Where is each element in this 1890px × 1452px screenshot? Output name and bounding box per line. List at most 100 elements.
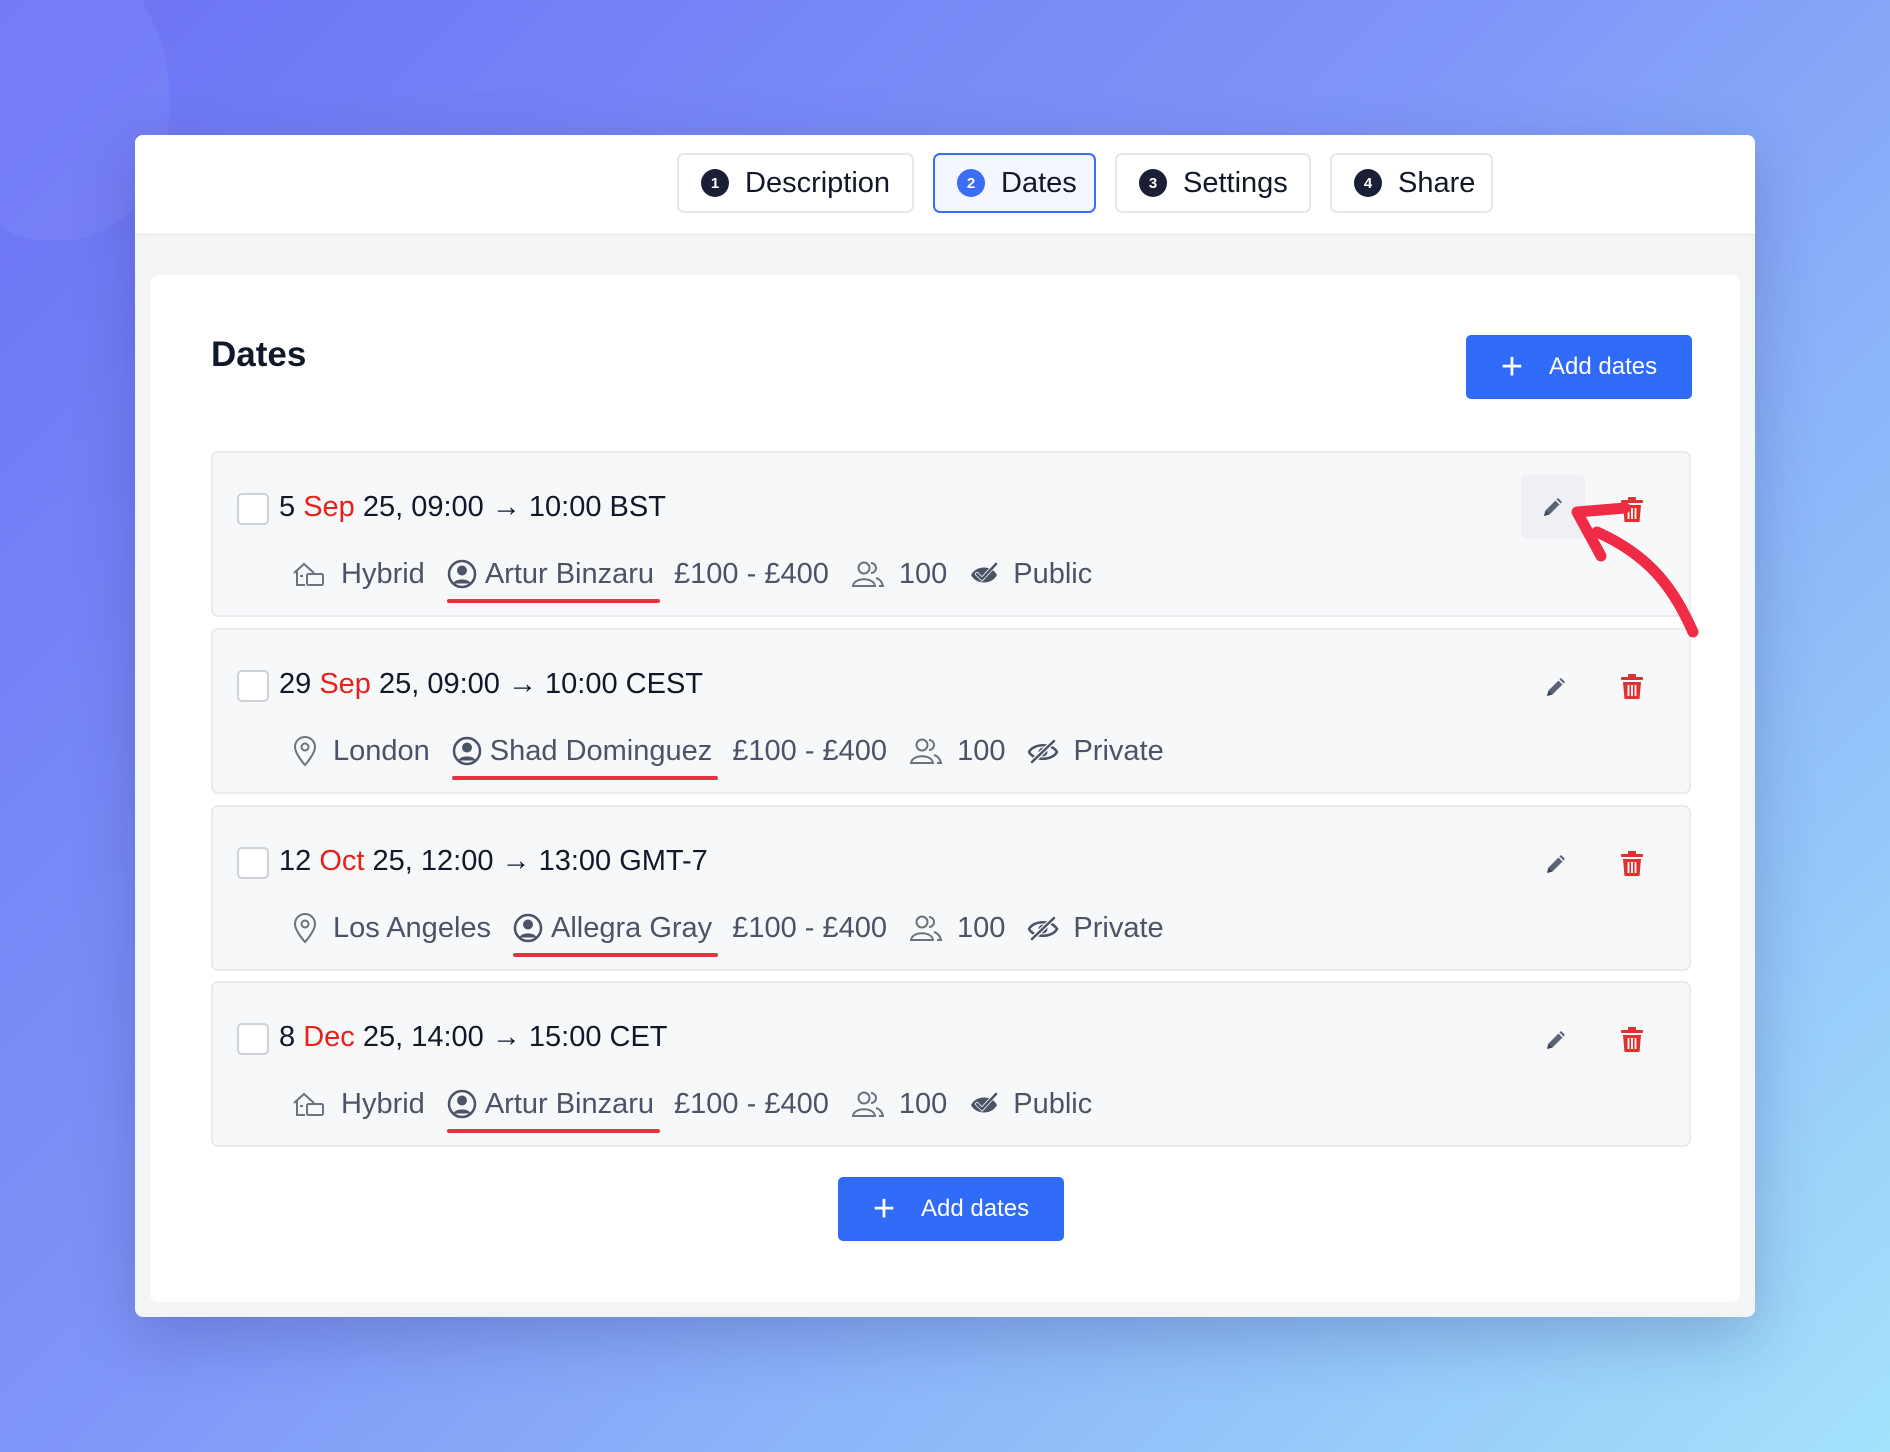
user-icon xyxy=(452,736,482,766)
tab-settings[interactable]: 3 Settings xyxy=(1115,153,1311,213)
host-link[interactable]: Allegra Gray xyxy=(513,911,719,957)
date-range: 8 Dec 25, 14:00 → 15:00 CET xyxy=(279,1021,668,1054)
tab-label: Dates xyxy=(1001,166,1077,199)
delete-button[interactable] xyxy=(1611,1019,1653,1061)
add-dates-button[interactable]: + Add dates xyxy=(1466,335,1692,399)
host-name: Allegra Gray xyxy=(551,911,713,944)
edit-button[interactable] xyxy=(1535,666,1577,708)
dates-panel: Dates + Add dates 5 Sep 25, 09:00 → 10:0… xyxy=(150,275,1740,1302)
date-month: Oct xyxy=(319,845,365,877)
trash-icon xyxy=(1619,1026,1645,1054)
date-time-range: 25, 09:00 → 10:00 CEST xyxy=(370,668,704,700)
pencil-icon xyxy=(1543,1027,1569,1053)
price-range: £100 - £400 xyxy=(732,734,888,767)
date-meta: Hybrid Artur Binzaru £100 - £400 100 Public xyxy=(291,549,1114,603)
trash-icon xyxy=(1619,673,1645,701)
date-month: Sep xyxy=(303,491,355,523)
date-time-range: 25, 09:00 → 10:00 BST xyxy=(354,491,666,523)
date-meta: Los Angeles Allegra Gray £100 - £400 100 Pri… xyxy=(291,903,1186,957)
select-checkbox[interactable] xyxy=(237,1023,269,1055)
pencil-icon xyxy=(1543,851,1569,877)
tab-description[interactable]: 1 Description xyxy=(677,153,914,213)
date-month: Dec xyxy=(303,1021,355,1053)
visibility-label: Public xyxy=(1013,1087,1093,1120)
hybrid-icon xyxy=(291,559,327,589)
date-card: 8 Dec 25, 14:00 → 15:00 CET Hybrid Artur B… xyxy=(211,981,1691,1147)
location-label: Los Angeles xyxy=(333,911,492,944)
add-dates-label: Add dates xyxy=(921,1195,1030,1222)
add-dates-button-bottom[interactable]: + Add dates xyxy=(838,1177,1064,1241)
section-title: Dates xyxy=(211,335,307,374)
location-pin-icon xyxy=(291,912,319,944)
capacity-value: 100 xyxy=(957,734,1006,767)
annotation-arrow xyxy=(1571,502,1699,638)
date-month: Sep xyxy=(319,668,371,700)
location-label: Hybrid xyxy=(341,1087,425,1120)
host-underline xyxy=(513,952,719,957)
visibility-label: Public xyxy=(1013,557,1093,590)
date-card: 12 Oct 25, 12:00 → 13:00 GMT-7 Los Angele… xyxy=(211,805,1691,971)
price-range: £100 - £400 xyxy=(674,1087,829,1120)
attendees-icon xyxy=(851,1089,885,1119)
capacity-value: 100 xyxy=(957,911,1006,944)
host-underline xyxy=(451,775,719,780)
capacity-value: 100 xyxy=(898,557,948,590)
date-day: 8 xyxy=(279,1021,296,1053)
delete-button[interactable] xyxy=(1611,843,1653,885)
tab-label: Settings xyxy=(1183,166,1288,199)
pencil-icon xyxy=(1543,674,1569,700)
tab-label: Share xyxy=(1398,166,1476,199)
location-label: Hybrid xyxy=(341,557,425,590)
date-meta: London Shad Dominguez £100 - £400 100 Privat… xyxy=(291,726,1186,780)
tab-share[interactable]: 4 Share xyxy=(1330,153,1493,213)
select-checkbox[interactable] xyxy=(237,493,269,525)
location-label: London xyxy=(333,734,430,767)
private-icon xyxy=(1027,915,1059,941)
date-time-range: 25, 14:00 → 15:00 CET xyxy=(354,1021,668,1053)
trash-icon xyxy=(1619,850,1645,878)
host-link[interactable]: Artur Binzaru xyxy=(446,1087,661,1133)
price-range: £100 - £400 xyxy=(674,557,829,590)
attendees-icon xyxy=(851,559,885,589)
private-icon xyxy=(1027,738,1059,764)
hybrid-icon xyxy=(291,1089,327,1119)
plus-icon: + xyxy=(1500,346,1524,388)
date-time-range: 25, 12:00 → 13:00 GMT-7 xyxy=(364,845,708,877)
date-meta: Hybrid Artur Binzaru £100 - £400 100 Public xyxy=(291,1079,1114,1133)
edit-button[interactable] xyxy=(1535,1019,1577,1061)
price-range: £100 - £400 xyxy=(732,911,887,944)
date-card: 29 Sep 25, 09:00 → 10:00 CEST London Shad … xyxy=(211,628,1691,794)
host-underline xyxy=(446,598,661,603)
public-icon xyxy=(969,561,999,587)
location-pin-icon xyxy=(291,735,319,767)
attendees-icon xyxy=(909,736,943,766)
delete-button[interactable] xyxy=(1611,666,1653,708)
date-range: 12 Oct 25, 12:00 → 13:00 GMT-7 xyxy=(279,845,708,878)
step-number: 3 xyxy=(1139,169,1167,197)
step-number: 1 xyxy=(701,169,729,197)
host-underline xyxy=(446,1128,661,1133)
host-link[interactable]: Shad Dominguez xyxy=(451,735,719,780)
visibility-label: Private xyxy=(1073,911,1164,944)
visibility-label: Private xyxy=(1073,734,1164,767)
app-window: 1 Description 2 Dates 3 Settings 4 Share… xyxy=(135,135,1755,1317)
public-icon xyxy=(969,1091,999,1117)
plus-icon: + xyxy=(872,1188,896,1230)
capacity-value: 100 xyxy=(898,1087,948,1120)
date-day: 5 xyxy=(279,491,296,523)
attendees-icon xyxy=(909,913,943,943)
edit-button[interactable] xyxy=(1535,843,1577,885)
date-range: 5 Sep 25, 09:00 → 10:00 BST xyxy=(279,491,666,524)
step-tabs: 1 Description 2 Dates 3 Settings 4 Share xyxy=(135,135,1755,235)
select-checkbox[interactable] xyxy=(237,670,269,702)
host-name: Artur Binzaru xyxy=(484,1087,655,1120)
host-name: Artur Binzaru xyxy=(484,557,655,590)
date-card: 5 Sep 25, 09:00 → 10:00 BST Hybrid Artur B… xyxy=(211,451,1691,617)
user-icon xyxy=(447,1089,477,1119)
tab-dates[interactable]: 2 Dates xyxy=(933,153,1096,213)
date-day: 29 xyxy=(279,668,312,700)
host-link[interactable]: Artur Binzaru xyxy=(446,557,661,603)
user-icon xyxy=(513,913,543,943)
step-number: 4 xyxy=(1354,169,1382,197)
select-checkbox[interactable] xyxy=(237,847,269,879)
